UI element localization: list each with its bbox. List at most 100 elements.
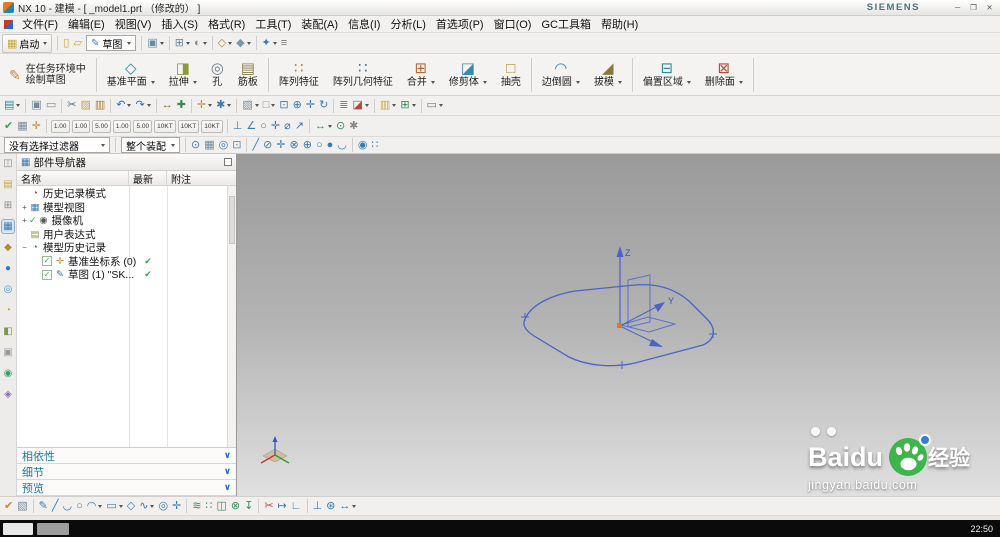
window-layout-icon[interactable]: ⊞ (173, 35, 192, 52)
visibility-checkbox[interactable]: ✓ (42, 256, 52, 267)
snap-bounded-grid-icon[interactable]: ∷ (369, 137, 380, 154)
delete-face-button[interactable]: ⊠ 删除面 (698, 54, 750, 95)
assembly-constraints-icon[interactable]: ▥ (378, 97, 398, 114)
wireframe-icon[interactable]: □ (261, 97, 278, 114)
menu-item-format[interactable]: 格式(R) (203, 16, 250, 32)
snap-value-chip[interactable]: 1.00 (50, 119, 70, 133)
system-materials-icon[interactable]: ◈ (3, 388, 13, 401)
window-switch-icon[interactable]: ▭ (425, 97, 445, 114)
show-hide-icon[interactable]: ◐ (192, 35, 209, 52)
menu-button-icon[interactable]: ▤ (2, 97, 22, 114)
chevron-down-icon[interactable]: ∨ (224, 482, 231, 493)
highlight-selection-icon[interactable]: ⊙ (189, 137, 202, 154)
pattern-feature-button[interactable]: ∷ 阵列特征 (272, 54, 326, 95)
line-icon[interactable]: ╱ (50, 498, 61, 515)
ellipse-icon[interactable]: ◎ (156, 498, 170, 515)
process-studio-icon[interactable]: ◧ (2, 325, 13, 338)
fit-view-icon[interactable]: ⊡ (277, 97, 290, 114)
minimize-button[interactable]: ─ (950, 2, 965, 14)
snap-view-icon[interactable]: ✦ (260, 35, 279, 52)
full-screen-icon[interactable]: ▭ (44, 97, 58, 114)
unite-button[interactable]: ⊞ 合并 (400, 54, 442, 95)
orient-view-icon[interactable]: ◇ (216, 35, 234, 52)
offset-curve-icon[interactable]: ≋ (190, 498, 203, 515)
column-header-3[interactable]: 附注 (167, 171, 236, 186)
quick-extend-icon[interactable]: ↦ (276, 498, 289, 515)
taskbar-app-button[interactable] (37, 522, 69, 535)
finish-sketch-icon[interactable]: ✔ (2, 498, 15, 515)
menu-item-help[interactable]: 帮助(H) (596, 16, 643, 32)
arc-icon[interactable]: ◡ (60, 498, 74, 515)
snap-value-chip[interactable]: 10KT (177, 119, 200, 133)
profile-icon[interactable]: ✎ (37, 498, 50, 515)
snap-point-on-face-icon[interactable]: ◉ (356, 137, 370, 154)
copy-icon[interactable]: ▨ (78, 97, 92, 114)
trim-body-button[interactable]: ◪ 修剪体 (442, 54, 494, 95)
quick-trim-icon[interactable]: ✂ (262, 498, 275, 515)
layer-settings-icon[interactable]: ≣ (337, 97, 350, 114)
select-all-icon[interactable]: ▦ (202, 137, 216, 154)
mirror-curve-icon[interactable]: ◫ (214, 498, 228, 515)
point-snap-icon[interactable]: ✛ (269, 118, 282, 135)
offset-region-button[interactable]: ⊟ 偏置区域 (636, 54, 698, 95)
point-icon[interactable]: ✛ (170, 498, 183, 515)
perpendicular-snap-icon[interactable]: ⊥ (231, 118, 245, 135)
rapid-dimension-icon[interactable]: ↔ (337, 498, 358, 515)
snap-mid-point-icon[interactable]: ⊘ (261, 137, 274, 154)
roles-icon[interactable]: ◉ (3, 367, 14, 380)
datum-csys-icon[interactable]: ✛ (195, 97, 214, 114)
part-navigator-icon[interactable]: ▦ (1, 219, 15, 234)
redo-icon[interactable]: ↷ (133, 97, 152, 114)
shell-button[interactable]: □ 抽壳 (494, 54, 528, 95)
work-layer-icon[interactable]: ≡ (279, 35, 289, 52)
dimension-tool-icon[interactable]: ↔ (313, 118, 334, 135)
navigator-row-user-expressions[interactable]: ▤ 用户表达式 (17, 228, 236, 242)
snap-enable-icon[interactable]: ✔ (2, 118, 15, 135)
menu-item-tools[interactable]: 工具(T) (250, 16, 296, 32)
column-header-2[interactable]: 最新 (129, 171, 167, 186)
grid-display-icon[interactable]: ▦ (15, 118, 29, 135)
section-details[interactable]: 细节 ∨ (17, 464, 236, 480)
snap-end-point-icon[interactable]: ╱ (250, 137, 261, 154)
display-part-icon[interactable]: ▣ (145, 35, 165, 52)
studio-spline-icon[interactable]: ∿ (137, 498, 156, 515)
close-button[interactable]: ✕ (982, 2, 997, 14)
snap-arc-center-icon[interactable]: ⊕ (301, 137, 314, 154)
snap-value-chip[interactable]: 10KT (201, 119, 223, 133)
menu-item-information[interactable]: 信息(I) (343, 16, 385, 32)
menu-item-insert[interactable]: 插入(S) (156, 16, 203, 32)
polygon-icon[interactable]: ◇ (125, 498, 137, 515)
diameter-snap-icon[interactable]: ⌀ (282, 118, 293, 135)
snap-control-point-icon[interactable]: ✛ (274, 137, 287, 154)
wave-geometry-linker-icon[interactable]: ⊞ (398, 97, 417, 114)
measure-distance-icon[interactable]: ↔ (160, 97, 175, 114)
project-curve-icon[interactable]: ↧ (242, 498, 255, 515)
chevron-down-icon[interactable]: ∨ (224, 450, 231, 461)
reuse-library-icon[interactable]: ◆ (3, 241, 13, 254)
expander-icon[interactable]: + (20, 203, 29, 212)
extrude-button[interactable]: ◨ 拉伸 (162, 54, 204, 95)
chevron-down-icon[interactable]: ∨ (224, 466, 231, 477)
pattern-curve-icon[interactable]: ∷ (203, 498, 214, 515)
intersection-point-icon[interactable]: ⊗ (229, 498, 242, 515)
pattern-geometry-button[interactable]: ∷ 阵列几何特征 (326, 54, 400, 95)
expander-icon[interactable]: + (20, 216, 29, 225)
selection-filter-combo[interactable]: 没有选择过滤器 (4, 137, 110, 153)
restore-button[interactable]: ❐ (966, 2, 981, 14)
section-dependencies[interactable]: 相依性 ∨ (17, 448, 236, 464)
display-constraints-icon[interactable]: ✱ (347, 118, 360, 135)
open-file-icon[interactable]: ▱ (71, 35, 83, 52)
edge-blend-button[interactable]: ◠ 边倒圆 (535, 54, 587, 95)
resource-bar-pin-icon[interactable]: ◫ (2, 157, 13, 170)
selection-scope-combo[interactable]: 整个装配 (121, 137, 180, 153)
menu-item-analysis[interactable]: 分析(L) (385, 16, 430, 32)
menu-item-file[interactable]: 文件(F) (17, 16, 63, 32)
snap-value-chip[interactable]: 1.00 (71, 119, 91, 133)
rectangle-icon[interactable]: ▭ (104, 498, 124, 515)
view-section-icon[interactable]: ◪ (351, 97, 371, 114)
make-corner-icon[interactable]: ∟ (289, 498, 304, 515)
start-menu-button[interactable]: ▦ 启动 (2, 33, 53, 53)
web-browser-icon[interactable]: ◎ (3, 283, 14, 296)
geometric-constraints-icon[interactable]: ⊥ (311, 498, 325, 515)
history-icon[interactable]: ◔ (4, 304, 12, 317)
